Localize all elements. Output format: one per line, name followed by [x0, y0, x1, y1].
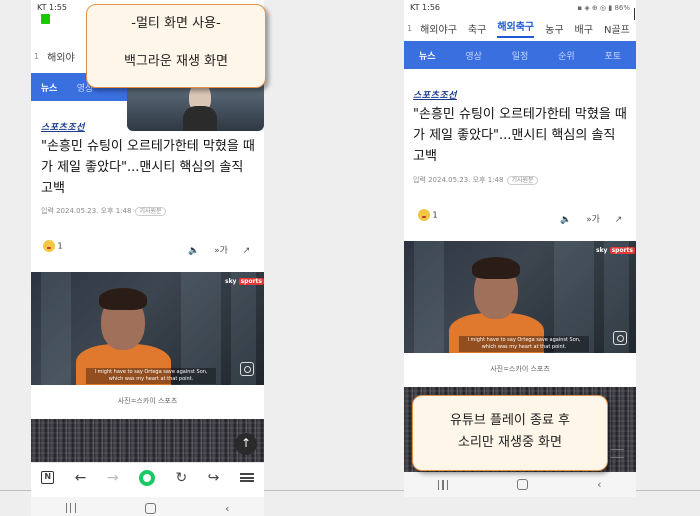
sub-tab-4[interactable]: 포토: [590, 49, 636, 62]
android-nav-bar: ‹: [31, 497, 264, 516]
browser-toolbar: N ← → ↻ ↪: [31, 462, 264, 492]
video-subtitle: I might have to say Ortega save against …: [86, 368, 216, 384]
back-icon[interactable]: ‹: [597, 478, 601, 491]
status-time: KT 1:55: [37, 3, 68, 12]
reaction-row[interactable]: 1: [43, 240, 63, 256]
background-video-thumbnail[interactable]: [127, 86, 264, 131]
reaction-count: 1: [432, 210, 438, 220]
reaction-row[interactable]: 1: [418, 209, 438, 225]
font-size-button[interactable]: »가: [586, 215, 600, 225]
arrow-left-icon[interactable]: ←: [75, 470, 87, 486]
section-tab-2[interactable]: 해외축구: [497, 18, 535, 38]
status-icons: ▪ ◈ ⊕ ◎ ▮ 86%: [577, 4, 630, 12]
article-headline: "손흥민 슈팅이 오르테가한테 막혔을 때가 제일 좋았다"...맨시티 핵심의…: [41, 139, 255, 196]
sky-sports-logo: sky sports: [225, 278, 264, 285]
source-badge[interactable]: 기사원문: [135, 207, 166, 216]
status-time: KT 1:56: [410, 3, 441, 12]
article-headline: "손흥민 슈팅이 오르테가한테 막혔을 때가 제일 좋았다"...맨시티 핵심의…: [413, 107, 627, 164]
article-tools: 🔈 »가 ↗: [176, 243, 250, 256]
callout-line-1: 유튜브 플레이 종료 후: [449, 413, 571, 428]
reaction-emoji-icon: [418, 209, 430, 221]
sky-sports-logo: sky sports: [596, 247, 635, 254]
section-tab-3[interactable]: 농구: [545, 21, 563, 36]
article-meta: 입력 2024.05.23. 오후 1:48 기사원문: [41, 206, 166, 216]
sub-tabs: 뉴스 영상 일정 순위 포토: [404, 41, 636, 69]
recent-apps-icon[interactable]: [65, 503, 76, 513]
home-icon[interactable]: [517, 479, 529, 490]
reaction-count: 1: [57, 241, 63, 251]
text-cursor: [634, 8, 635, 20]
expand-icon[interactable]: [240, 362, 254, 376]
sub-tab-3[interactable]: 순위: [543, 49, 589, 62]
menu-icon[interactable]: [610, 449, 624, 458]
font-size-button[interactable]: »가: [214, 246, 228, 256]
naver-logo-icon: [41, 14, 50, 24]
article-video[interactable]: sky sports I might have to say Ortega sa…: [31, 272, 264, 385]
article-tools: 🔈 »가 ↗: [548, 212, 622, 225]
section-tab-4[interactable]: 배구: [575, 21, 593, 36]
sub-tab-0[interactable]: 뉴스: [404, 49, 450, 62]
photo-caption: 사진=스카이 스포츠: [490, 365, 550, 373]
video-subtitle: I might have to say Ortega save against …: [459, 336, 589, 352]
news-brand[interactable]: 스포츠조선: [41, 120, 85, 133]
sub-tab-news[interactable]: 뉴스: [31, 81, 67, 94]
section-number: 1: [407, 23, 413, 33]
naver-n-icon[interactable]: N: [41, 471, 55, 484]
section-tab-5[interactable]: N골프: [604, 21, 630, 36]
article-date: 입력 2024.05.23. 오후 1:48: [413, 176, 504, 184]
recent-apps-icon[interactable]: [438, 479, 449, 490]
section-tab-partial[interactable]: 해외야: [47, 49, 75, 64]
back-icon[interactable]: ‹: [225, 502, 229, 515]
audio-icon[interactable]: 🔈: [560, 215, 571, 225]
share-icon[interactable]: ↗: [243, 246, 251, 256]
callout-line-2: 소리만 재생중 화면: [458, 435, 562, 450]
sub-tab-2[interactable]: 일정: [497, 49, 543, 62]
reaction-emoji-icon: [43, 240, 55, 252]
section-tab-1[interactable]: 축구: [468, 21, 486, 36]
person-hair: [472, 257, 520, 279]
callout-line-2: 백그라운 재생 화면: [124, 54, 228, 69]
article-date: 입력 2024.05.23. 오후 1:48: [41, 207, 132, 215]
arrow-right-icon[interactable]: →: [107, 470, 119, 486]
person-hair: [99, 288, 147, 310]
photo-caption: 사진=스카이 스포츠: [117, 397, 178, 405]
person-shirt: [183, 106, 217, 131]
section-tabs: 1 해외야구 축구 해외축구 농구 배구 N골프: [404, 16, 636, 40]
audio-icon[interactable]: 🔈: [188, 246, 199, 256]
annotation-callout-bottom: 유튜브 플레이 종료 후 소리만 재생중 화면: [412, 395, 608, 471]
section-number: 1: [34, 51, 40, 61]
callout-line-1: -멀티 화면 사용-: [131, 16, 221, 31]
news-brand[interactable]: 스포츠조선: [413, 88, 457, 101]
annotation-callout-top: -멀티 화면 사용- 백그라운 재생 화면: [86, 4, 266, 88]
sub-tab-1[interactable]: 영상: [450, 49, 496, 62]
expand-icon[interactable]: [613, 331, 627, 345]
menu-icon[interactable]: [239, 473, 254, 482]
share-icon[interactable]: ↗: [615, 215, 623, 225]
android-nav-bar: ‹: [404, 472, 636, 497]
article-meta: 입력 2024.05.23. 오후 1:48 기사원문: [413, 175, 538, 185]
home-green-icon[interactable]: [139, 469, 155, 486]
section-tab-0[interactable]: 해외야구: [420, 21, 457, 36]
share-arrow-icon[interactable]: ↪: [208, 470, 220, 486]
article-video[interactable]: sky sports I might have to say Ortega sa…: [404, 241, 636, 353]
status-bar: KT 1:56 ▪ ◈ ⊕ ◎ ▮ 86%: [404, 0, 636, 16]
crowd-photo: [31, 419, 264, 464]
refresh-icon[interactable]: ↻: [175, 470, 187, 486]
source-badge[interactable]: 기사원문: [507, 176, 538, 185]
home-icon[interactable]: [144, 502, 156, 514]
scroll-top-button[interactable]: ↑: [235, 433, 257, 455]
